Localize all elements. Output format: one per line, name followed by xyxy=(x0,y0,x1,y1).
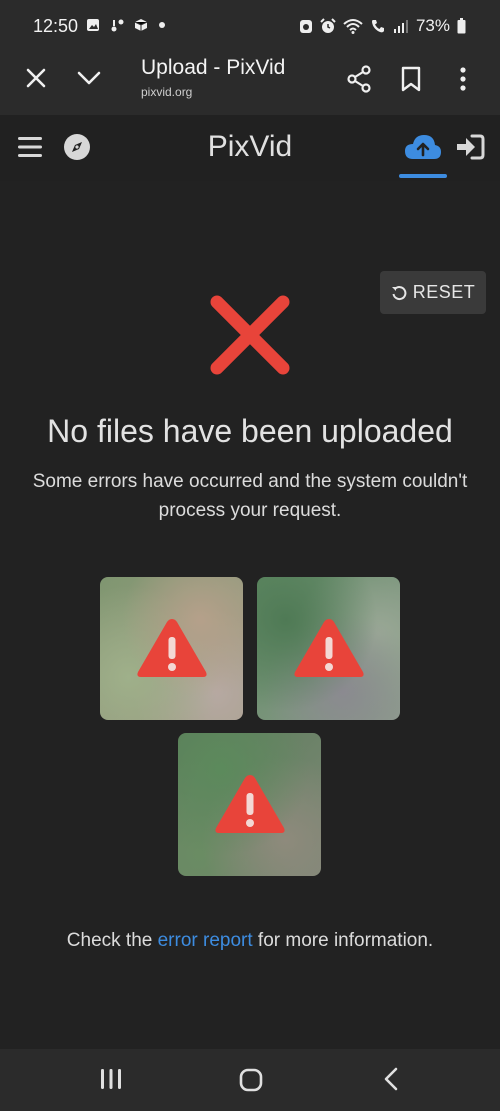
image-icon xyxy=(87,19,99,31)
battery-icon xyxy=(457,18,466,34)
failed-upload-thumbnail[interactable] xyxy=(178,733,321,876)
bookmark-icon[interactable] xyxy=(401,66,421,92)
warning-icon xyxy=(137,619,207,677)
share-icon[interactable] xyxy=(346,65,372,93)
back-icon[interactable] xyxy=(382,1067,400,1091)
activity-icon xyxy=(111,19,124,32)
page-title: Upload - PixVid xyxy=(141,56,286,79)
status-left-icons xyxy=(86,17,167,33)
chevron-down-icon[interactable] xyxy=(76,67,102,89)
home-icon[interactable] xyxy=(239,1068,263,1092)
error-heading: No files have been uploaded xyxy=(47,413,453,449)
undo-icon xyxy=(391,285,407,300)
wifi-icon xyxy=(343,19,363,34)
package-icon xyxy=(134,19,148,31)
footer-text-before: Check the xyxy=(66,930,158,951)
error-report-message: Check the error report for more informat… xyxy=(0,930,500,952)
alarm-app-icon xyxy=(299,20,312,33)
app-header: PixVid xyxy=(0,115,500,181)
dot-icon xyxy=(159,22,165,28)
signal-bars-icon xyxy=(393,20,408,33)
error-x-icon xyxy=(210,295,290,375)
status-right-icons: 73% xyxy=(299,16,466,36)
error-description: Some errors have occurred and the system… xyxy=(32,471,468,521)
warning-icon xyxy=(294,619,364,677)
close-icon[interactable] xyxy=(24,66,48,90)
system-nav-bar xyxy=(0,1049,500,1111)
reset-button[interactable]: RESET xyxy=(380,271,486,314)
sign-in-icon[interactable] xyxy=(455,132,485,162)
failed-upload-thumbnail[interactable] xyxy=(100,577,243,720)
failed-upload-thumbnail[interactable] xyxy=(257,577,400,720)
warning-icon xyxy=(215,775,285,833)
reset-label: RESET xyxy=(412,282,476,302)
more-vert-icon[interactable] xyxy=(455,66,471,92)
page-url: pixvid.org xyxy=(141,85,193,99)
alarm-clock-icon xyxy=(320,18,336,33)
footer-text-after: for more information. xyxy=(252,930,434,951)
battery-percent: 73% xyxy=(415,16,450,35)
call-signal-icon xyxy=(371,20,384,33)
browser-toolbar: Upload - PixVid pixvid.org xyxy=(0,40,500,115)
status-time: 12:50 xyxy=(33,16,79,36)
cloud-upload-icon[interactable] xyxy=(404,132,442,162)
active-tab-indicator xyxy=(399,174,447,178)
error-report-link[interactable]: error report xyxy=(158,930,253,951)
recent-apps-icon[interactable] xyxy=(99,1068,123,1090)
